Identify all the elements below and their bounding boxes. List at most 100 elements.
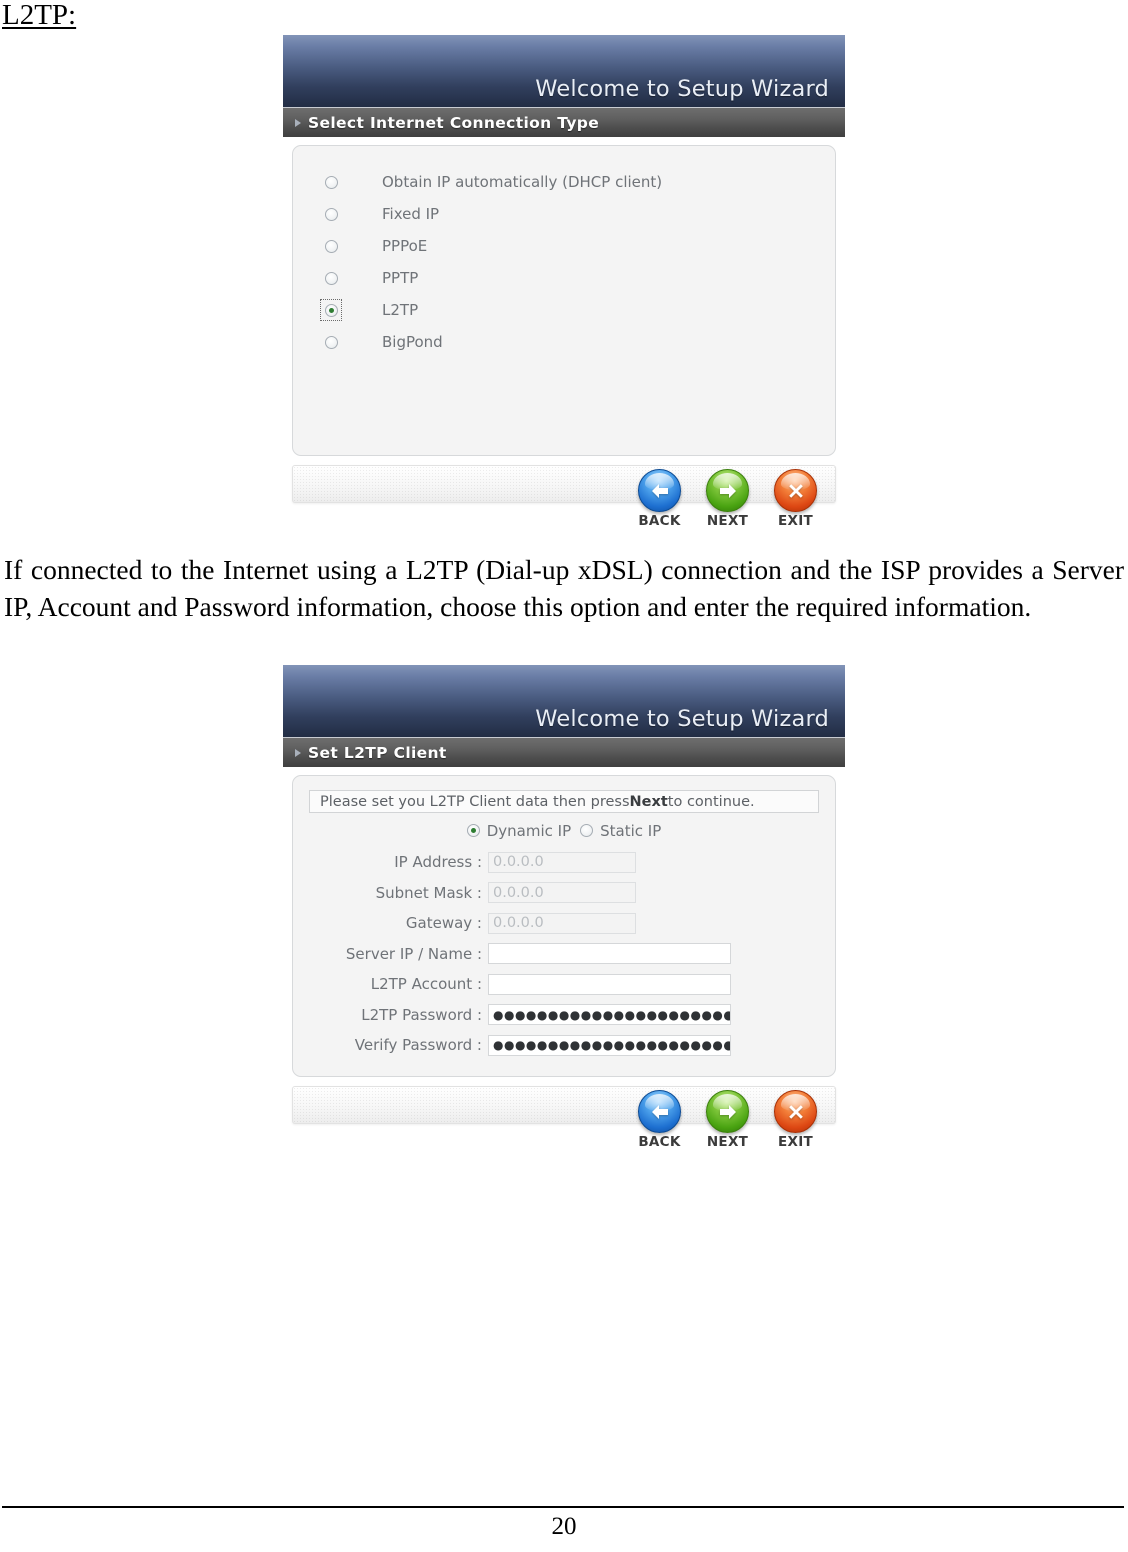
radio-dynamic-ip-label: Dynamic IP bbox=[486, 821, 572, 840]
wizard-section-bar: Set L2TP Client bbox=[283, 737, 845, 767]
connection-type-option-label: Obtain IP automatically (DHCP client) bbox=[382, 173, 663, 191]
back-button[interactable]: BACK bbox=[636, 469, 683, 529]
ip-type-radio-group: Dynamic IP Static IP bbox=[293, 816, 835, 845]
wizard-body: Obtain IP automatically (DHCP client) Fix… bbox=[283, 137, 845, 456]
field-input-0: 0.0.0.0 bbox=[488, 851, 636, 873]
form-row: IP Address : 0.0.0.0 bbox=[293, 847, 835, 878]
connection-type-option-label: PPPoE bbox=[382, 237, 428, 255]
wizard-section-bar: Select Internet Connection Type bbox=[283, 107, 845, 137]
field-input-5[interactable]: ●●●●●●●●●●●●●●●●●●●●●●●●●●●● bbox=[488, 1004, 731, 1026]
field-input-4[interactable] bbox=[488, 973, 731, 995]
button-glyph bbox=[639, 1091, 680, 1132]
field-label: Subnet Mask : bbox=[375, 883, 482, 902]
connection-type-option-label: BigPond bbox=[382, 333, 443, 351]
radio-dot-icon bbox=[324, 239, 338, 253]
connection-type-option-0[interactable]: Obtain IP automatically (DHCP client) bbox=[320, 166, 835, 198]
exit-button[interactable]: EXIT bbox=[772, 1090, 819, 1150]
radio-focus-box bbox=[320, 171, 342, 193]
connection-type-option-5[interactable]: BigPond bbox=[320, 326, 835, 358]
instruction-bar: Please set you L2TP Client data then pre… bbox=[309, 790, 819, 813]
radio-dot-icon bbox=[324, 175, 338, 189]
footer-divider bbox=[2, 1506, 1124, 1508]
l2tp-client-panel: Please set you L2TP Client data then pre… bbox=[292, 775, 836, 1077]
instruction-text-prefix: Please set you L2TP Client data then pre… bbox=[320, 793, 630, 810]
wizard-title: Welcome to Setup Wizard bbox=[535, 76, 829, 102]
button-label: EXIT bbox=[777, 513, 814, 529]
page-number: 20 bbox=[551, 1513, 577, 1540]
wizard-title: Welcome to Setup Wizard bbox=[535, 706, 829, 732]
field-input-6[interactable]: ●●●●●●●●●●●●●●●●●●●●●●●●●●●● bbox=[488, 1034, 731, 1056]
radio-dot-icon bbox=[466, 824, 480, 837]
triangle-right-icon bbox=[295, 118, 301, 127]
connection-type-option-1[interactable]: Fixed IP bbox=[320, 198, 835, 230]
field-label: L2TP Password : bbox=[361, 1005, 482, 1024]
button-glyph bbox=[775, 1091, 816, 1132]
connection-type-option-label: Fixed IP bbox=[382, 205, 440, 223]
wizard-titlebar: Welcome to Setup Wizard bbox=[283, 35, 845, 107]
radio-dot-icon bbox=[324, 335, 338, 349]
arrow-left-icon bbox=[638, 1090, 681, 1133]
wizard-button-group: BACK NEXT EXIT bbox=[636, 1090, 819, 1150]
field-input-3[interactable] bbox=[488, 943, 731, 965]
button-label: BACK bbox=[638, 1134, 681, 1150]
connection-type-option-3[interactable]: PPTP bbox=[320, 262, 835, 294]
radio-dot-icon bbox=[580, 824, 594, 837]
field-label: IP Address : bbox=[394, 853, 482, 872]
form-row: Gateway : 0.0.0.0 bbox=[293, 908, 835, 939]
field-label: Server IP / Name : bbox=[345, 944, 482, 963]
l2tp-form: IP Address :0.0.0.0 Subnet Mask :0.0.0.0 G… bbox=[293, 847, 835, 1061]
radio-focus-box bbox=[320, 203, 342, 225]
radio-dot-icon bbox=[324, 207, 338, 221]
form-row: Server IP / Name : bbox=[293, 939, 835, 970]
button-glyph bbox=[639, 470, 680, 511]
button-glyph bbox=[707, 1091, 748, 1132]
back-button[interactable]: BACK bbox=[636, 1090, 683, 1150]
arrow-right-icon bbox=[706, 469, 749, 512]
wizard-button-group: BACK NEXT EXIT bbox=[636, 469, 819, 529]
connection-type-radio-group: Obtain IP automatically (DHCP client) Fix… bbox=[293, 166, 835, 358]
connection-type-option-4[interactable]: L2TP bbox=[320, 294, 835, 326]
form-row: Verify Password : ●●●●●●●●●●●●●●●●●●●●●●●… bbox=[293, 1030, 835, 1061]
wizard-titlebar: Welcome to Setup Wizard bbox=[283, 665, 845, 737]
radio-static-ip-label: Static IP bbox=[600, 821, 662, 840]
field-label: Verify Password : bbox=[354, 1036, 482, 1055]
exit-button[interactable]: EXIT bbox=[772, 469, 819, 529]
wizard-body: Please set you L2TP Client data then pre… bbox=[283, 767, 845, 1077]
wizard-footer: BACK NEXT EXIT bbox=[283, 1077, 845, 1150]
radio-dynamic-ip[interactable]: Dynamic IP bbox=[466, 821, 572, 840]
next-button[interactable]: NEXT bbox=[704, 469, 751, 529]
field-label: Gateway : bbox=[405, 914, 482, 933]
close-x-icon bbox=[774, 1090, 817, 1133]
button-glyph bbox=[775, 470, 816, 511]
form-row: L2TP Account : bbox=[293, 969, 835, 1000]
field-input-2: 0.0.0.0 bbox=[488, 912, 636, 934]
body-paragraph: If connected to the Internet using a L2T… bbox=[4, 554, 1124, 622]
radio-dot-icon bbox=[324, 303, 338, 317]
wizard-section-label: Select Internet Connection Type bbox=[308, 113, 600, 132]
field-value: ●●●●●●●●●●●●●●●●●●●●●●●●●●●● bbox=[493, 1038, 730, 1053]
radio-focus-box bbox=[320, 331, 342, 353]
radio-focus-box bbox=[320, 235, 342, 257]
field-value: 0.0.0.0 bbox=[493, 854, 544, 871]
radio-focus-box bbox=[320, 267, 342, 289]
page-title: L2TP: bbox=[2, 0, 77, 31]
button-label: BACK bbox=[638, 513, 681, 529]
field-value: 0.0.0.0 bbox=[493, 915, 544, 932]
form-row: Subnet Mask : 0.0.0.0 bbox=[293, 878, 835, 909]
field-label: L2TP Account : bbox=[370, 975, 482, 994]
triangle-right-icon bbox=[295, 748, 301, 757]
button-label: EXIT bbox=[777, 1134, 814, 1150]
setup-wizard-connection-type: Welcome to Setup Wizard Select Internet … bbox=[283, 35, 845, 529]
button-label: NEXT bbox=[706, 1134, 749, 1150]
radio-static-ip[interactable]: Static IP bbox=[580, 822, 661, 840]
connection-type-option-label: PPTP bbox=[382, 269, 419, 287]
radio-dot-icon bbox=[324, 271, 338, 285]
connection-type-option-2[interactable]: PPPoE bbox=[320, 230, 835, 262]
instruction-text-bold: Next bbox=[629, 793, 668, 810]
field-value: ●●●●●●●●●●●●●●●●●●●●●●●●●●●● bbox=[493, 1007, 730, 1022]
field-value: 0.0.0.0 bbox=[493, 884, 544, 901]
close-x-icon bbox=[774, 469, 817, 512]
button-label: NEXT bbox=[706, 513, 749, 529]
instruction-text-suffix: to continue. bbox=[667, 793, 755, 810]
next-button[interactable]: NEXT bbox=[704, 1090, 751, 1150]
